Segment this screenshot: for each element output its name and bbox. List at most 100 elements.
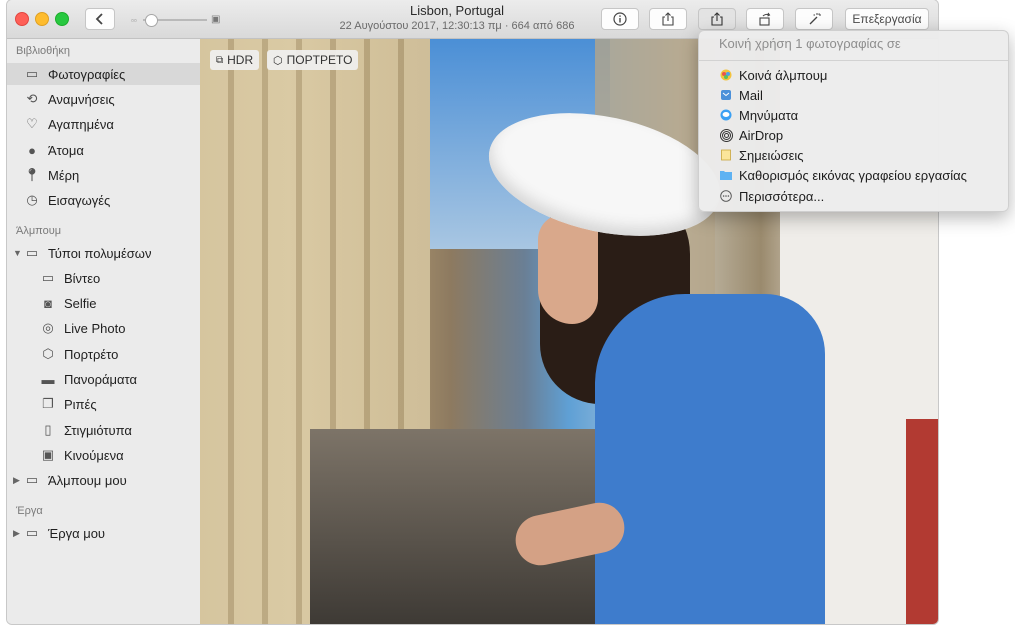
folder-icon: ▭: [25, 525, 39, 540]
magic-wand-icon: [809, 13, 821, 25]
sidebar-item-label: Φωτογραφίες: [48, 66, 126, 82]
minimize-window-button[interactable]: [35, 12, 49, 26]
photos-icon: ▭: [25, 66, 39, 81]
sidebar-item-label: Live Photo: [64, 320, 126, 336]
edit-button[interactable]: Επεξεργασία: [845, 8, 929, 30]
window-subtitle: 22 Αυγούστου 2017, 12:30:13 πμ · 664 από…: [339, 20, 575, 32]
sidebar-item-memories[interactable]: ⟲ Αναμνήσεις: [7, 88, 200, 110]
share-menu-item-label: Σημειώσεις: [739, 147, 804, 163]
animated-icon: ▣: [41, 447, 55, 462]
share-menu-button[interactable]: [698, 8, 736, 30]
share-menu-item-label: AirDrop: [739, 127, 784, 143]
share-menu: Κοινή χρήση 1 φωτογραφίας σε Κοινά άλμπο…: [698, 30, 1009, 212]
notes-icon: [719, 148, 733, 162]
share-menu-header: Κοινή χρήση 1 φωτογραφίας σε: [719, 36, 901, 51]
sidebar-item-places[interactable]: 📍︎ Μέρη: [7, 164, 200, 186]
disclosure-collapsed-icon[interactable]: ▶: [13, 528, 23, 539]
rotate-icon: [759, 12, 771, 26]
sidebar-item-imports[interactable]: ◷ Εισαγωγές: [7, 189, 200, 211]
zoom-slider[interactable]: ▫▫ ▣: [131, 13, 221, 27]
sidebar-item-label: Selfie: [64, 295, 97, 311]
zoom-window-button[interactable]: [55, 12, 69, 26]
shared-albums-icon: [719, 68, 733, 82]
sidebar-item-panoramas[interactable]: ▬ Πανοράματα: [7, 368, 200, 390]
sidebar-item-favorites[interactable]: ♡ Αγαπημένα: [7, 113, 200, 135]
disclosure-collapsed-icon[interactable]: ▶: [13, 475, 23, 486]
share-menu-item-label: Κοινά άλμπουμ: [739, 67, 828, 83]
sidebar-item-my-albums[interactable]: ▶ ▭ Άλμπουμ μου: [7, 469, 200, 491]
enhance-button[interactable]: [795, 8, 833, 30]
clock-icon: ◷: [26, 192, 38, 207]
sidebar-item-portrait[interactable]: ⬡ Πορτρέτο: [7, 343, 200, 365]
sidebar-item-selfie[interactable]: ◙ Selfie: [7, 292, 200, 314]
close-window-button[interactable]: [15, 12, 29, 26]
share-menu-item-set-desktop[interactable]: Καθορισμός εικόνας γραφείου εργασίας: [719, 165, 967, 185]
sidebar-item-people[interactable]: ● Άτομα: [7, 139, 200, 161]
sidebar-item-label: Άτομα: [48, 142, 84, 158]
camera-icon: ◙: [44, 295, 52, 311]
section-projects: Έργα: [16, 505, 43, 517]
sidebar-item-media-types[interactable]: ▼ ▭ Τύποι πολυμέσων: [7, 242, 200, 264]
disclosure-expanded-icon[interactable]: ▼: [13, 248, 23, 258]
sidebar-item-label: Αγαπημένα: [48, 116, 114, 132]
sidebar-item-label: Μέρη: [48, 167, 80, 183]
menu-separator: [699, 60, 1008, 61]
sidebar-item-label: Στιγμιότυπα: [64, 422, 132, 438]
cube-icon: ⬡: [42, 346, 54, 361]
photo-red-wall: [906, 419, 938, 624]
person-icon: ●: [28, 142, 36, 158]
sidebar-item-my-projects[interactable]: ▶ ▭ Έργα μου: [7, 522, 200, 544]
mail-icon: [719, 88, 733, 102]
portrait-badge: ⬡ ΠΟΡΤΡΕΤΟ: [267, 50, 359, 70]
share-menu-item-more[interactable]: Περισσότερα...: [719, 186, 824, 206]
share-menu-item-shared-albums[interactable]: Κοινά άλμπουμ: [719, 65, 827, 85]
window-title: Lisbon, Portugal: [410, 3, 504, 18]
memories-icon: ⟲: [26, 91, 38, 106]
info-button[interactable]: [601, 8, 639, 30]
sidebar-item-animated[interactable]: ▣ Κινούμενα: [7, 444, 200, 466]
back-button[interactable]: [85, 8, 115, 30]
share-menu-item-label: Περισσότερα...: [739, 188, 825, 204]
sidebar-item-video[interactable]: ▭ Βίντεο: [7, 267, 200, 289]
share-icon: [711, 12, 723, 26]
sidebar-item-screenshots[interactable]: ▯ Στιγμιότυπα: [7, 419, 200, 441]
cube-icon: ⬡: [273, 54, 283, 67]
airdrop-icon: [719, 128, 733, 142]
share-menu-item-notes[interactable]: Σημειώσεις: [719, 145, 804, 165]
folder-icon: ▭: [25, 245, 39, 260]
slider-thumb[interactable]: [145, 14, 158, 27]
sidebar-item-bursts[interactable]: ❐ Ριπές: [7, 393, 200, 415]
info-icon: [613, 12, 627, 26]
more-icon: [719, 189, 733, 203]
hdr-badge: ⧉ HDR: [210, 50, 260, 70]
share-menu-item-mail[interactable]: Mail: [719, 85, 763, 105]
folder-icon: ▭: [25, 472, 39, 487]
large-photo-icon: ▣: [211, 14, 221, 25]
sidebar-item-live-photo[interactable]: ◎ Live Photo: [7, 317, 200, 339]
sidebar-item-label: Αναμνήσεις: [48, 91, 115, 107]
live-photo-icon: ◎: [42, 320, 54, 335]
sidebar-item-label: Κινούμενα: [64, 447, 124, 463]
share-menu-item-airdrop[interactable]: AirDrop: [719, 125, 783, 145]
share-menu-item-label: Mail: [739, 87, 763, 103]
sidebar-item-label: Ριπές: [64, 396, 97, 412]
rotate-button[interactable]: [746, 8, 784, 30]
sidebar: Βιβλιοθήκη ▭ Φωτογραφίες ⟲ Αναμνήσεις ♡ …: [7, 39, 201, 624]
share-icon: [662, 12, 674, 26]
photo-subject-face: [538, 214, 598, 324]
photo-subject-dress: [595, 294, 825, 624]
hdr-icon: ⧉: [216, 54, 224, 66]
burst-icon: ❐: [42, 396, 54, 411]
messages-icon: [719, 108, 733, 122]
pin-icon: 📍︎: [23, 167, 41, 182]
desktop-folder-icon: [719, 168, 733, 182]
sidebar-item-label: Άλμπουμ μου: [48, 472, 127, 488]
sidebar-item-label: Έργα μου: [48, 525, 106, 541]
sidebar-item-photos[interactable]: ▭ Φωτογραφίες: [7, 63, 200, 85]
phone-icon: ▯: [44, 422, 52, 437]
section-albums: Άλμπουμ: [16, 225, 62, 237]
share-menu-item-label: Καθορισμός εικόνας γραφείου εργασίας: [739, 167, 967, 183]
share-menu-item-messages[interactable]: Μηνύματα: [719, 105, 798, 125]
share-button[interactable]: [649, 8, 687, 30]
sidebar-item-label: Πορτρέτο: [64, 346, 119, 362]
